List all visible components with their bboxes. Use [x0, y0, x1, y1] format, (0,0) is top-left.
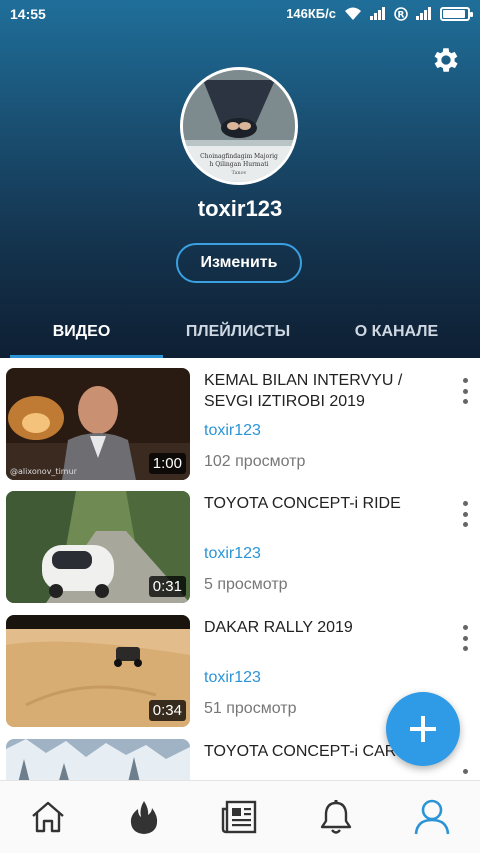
video-channel[interactable]: toxir123	[204, 545, 261, 563]
video-views: 51 просмотр	[204, 700, 297, 717]
roaming-icon: R	[394, 6, 408, 21]
avatar-caption-2: h Qilingan Hurmati	[209, 161, 268, 168]
bottom-navigation	[0, 780, 480, 853]
channel-username: toxir123	[197, 196, 283, 221]
list-item[interactable]: @alixonov_timur 1:00 KEMAL BILAN INTERVY…	[0, 358, 480, 480]
video-title[interactable]: TOYOTA CONCEPT-i RIDE	[204, 493, 434, 514]
fire-icon	[130, 801, 158, 834]
status-time: 14:55	[10, 5, 46, 22]
bell-icon	[320, 800, 352, 834]
avatar-caption-3: Tanov	[232, 170, 247, 176]
profile-icon	[414, 799, 450, 835]
nav-trending[interactable]	[96, 781, 192, 853]
video-duration: 0:34	[148, 700, 186, 721]
video-title[interactable]: DAKAR RALLY 2019	[204, 617, 434, 638]
more-options-icon[interactable]	[460, 501, 470, 527]
signal-icon	[416, 7, 431, 20]
video-thumbnail[interactable]: @alixonov_timur 1:00	[6, 368, 190, 480]
home-icon	[32, 801, 64, 833]
video-thumbnail[interactable]: 0:31	[6, 491, 190, 603]
avatar[interactable]: Choinagfindagim Majorig h Qilingan Hurma…	[180, 67, 298, 185]
list-item[interactable]: 0:31 TOYOTA CONCEPT-i RIDE toxir123 5 пр…	[0, 481, 480, 603]
video-title[interactable]: KEMAL BILAN INTERVYU / SEVGI IZTIROBI 20…	[204, 370, 434, 412]
gear-icon[interactable]	[430, 44, 462, 76]
nav-notifications[interactable]	[288, 781, 384, 853]
tab-videos[interactable]: ВИДЕО	[0, 306, 163, 358]
video-thumbnail[interactable]: 0:34	[6, 615, 190, 727]
nav-profile[interactable]	[384, 781, 480, 853]
video-channel[interactable]: toxir123	[204, 669, 261, 687]
plus-icon	[410, 716, 436, 742]
profile-header: 14:55 146КБ/с R Choinagfindagim Majorig …	[0, 0, 480, 358]
svg-text:R: R	[398, 10, 405, 20]
avatar-caption-1: Choinagfindagim Majorig	[200, 153, 278, 160]
signal-icon	[370, 7, 385, 20]
thumbnail-watermark: @alixonov_timur	[10, 467, 78, 476]
nav-subscriptions[interactable]	[192, 781, 288, 853]
status-bar: 14:55 146КБ/с R	[0, 0, 480, 27]
video-views: 5 просмотр	[204, 576, 288, 593]
more-options-icon[interactable]	[460, 378, 470, 404]
tab-playlists[interactable]: ПЛЕЙЛИСТЫ	[163, 306, 313, 358]
add-video-button[interactable]	[386, 692, 460, 766]
video-channel[interactable]: toxir123	[204, 422, 261, 440]
nav-home[interactable]	[0, 781, 96, 853]
wifi-icon	[345, 7, 361, 20]
edit-profile-button[interactable]: Изменить	[176, 243, 302, 283]
video-views: 102 просмотр	[204, 453, 306, 470]
network-speed: 146КБ/с	[286, 6, 336, 21]
battery-icon	[440, 6, 473, 21]
channel-tabs: ВИДЕО ПЛЕЙЛИСТЫ О КАНАЛЕ	[0, 306, 480, 358]
news-icon	[221, 800, 257, 834]
video-duration: 0:31	[148, 576, 186, 597]
video-duration: 1:00	[148, 453, 186, 474]
tab-about[interactable]: О КАНАЛЕ	[313, 306, 480, 358]
more-options-icon[interactable]	[460, 625, 470, 651]
